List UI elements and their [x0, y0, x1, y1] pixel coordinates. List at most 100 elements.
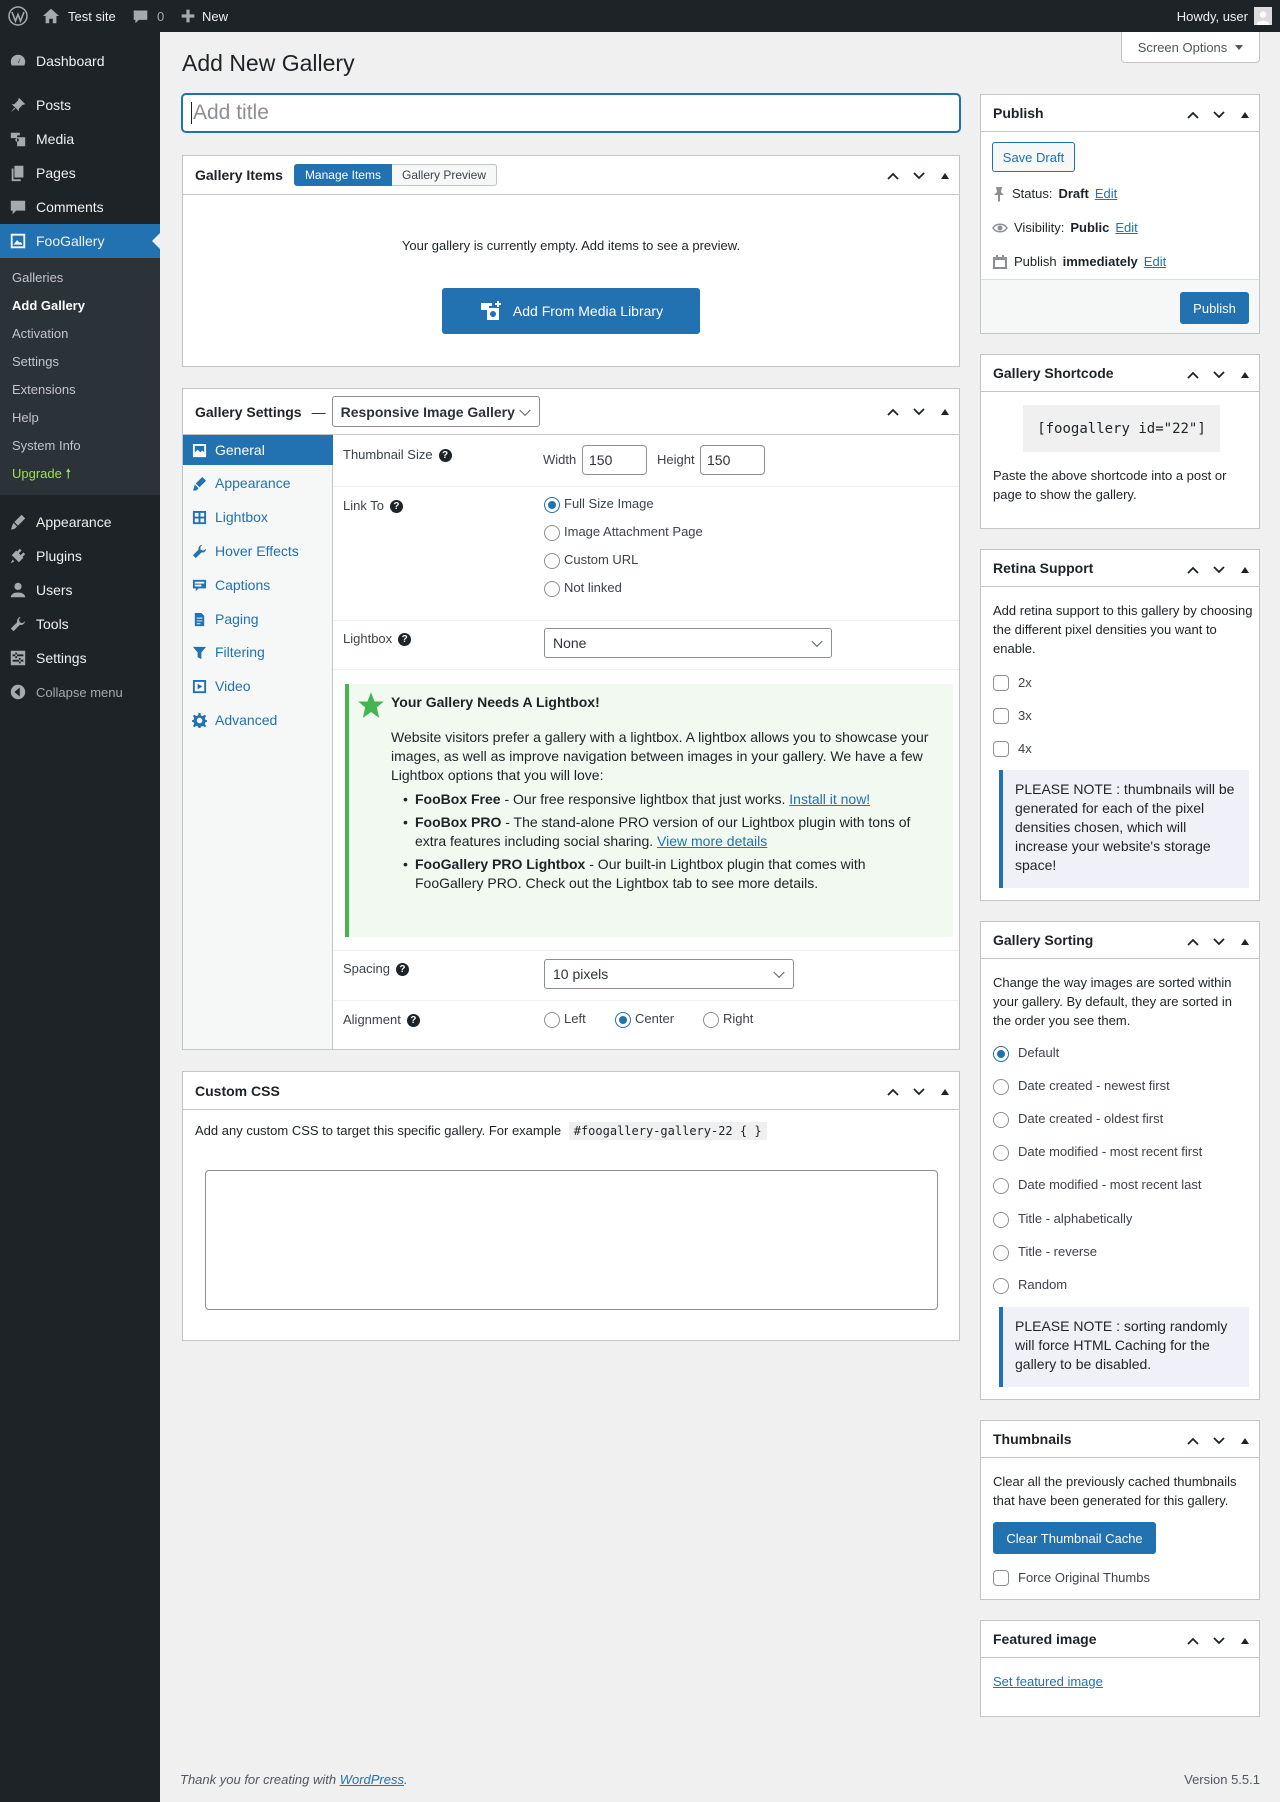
lightbox-select[interactable]: None	[544, 628, 832, 658]
set-featured-image-link[interactable]: Set featured image	[993, 1672, 1103, 1691]
tab-manage-items[interactable]: Manage Items	[293, 164, 392, 186]
move-down-icon[interactable]	[1211, 1633, 1227, 1649]
retina-3x-checkbox[interactable]	[993, 708, 1009, 724]
menu-users[interactable]: Users	[0, 573, 160, 607]
tab-video[interactable]: Video	[183, 671, 333, 701]
move-up-icon[interactable]	[1185, 107, 1201, 123]
menu-media[interactable]: Media	[0, 122, 160, 156]
edit-visibility-link[interactable]: Edit	[1115, 218, 1137, 237]
tab-lightbox[interactable]: Lightbox	[183, 502, 333, 532]
move-down-icon[interactable]	[1211, 1433, 1227, 1449]
move-down-icon[interactable]	[1211, 107, 1227, 123]
move-up-icon[interactable]	[885, 404, 901, 420]
toggle-panel-icon[interactable]	[1241, 939, 1249, 945]
sort-title-reverse-radio[interactable]	[993, 1245, 1009, 1261]
sort-title-alpha-radio[interactable]	[993, 1212, 1009, 1228]
tab-general[interactable]: General	[183, 435, 333, 465]
move-up-icon[interactable]	[1185, 1633, 1201, 1649]
width-input[interactable]: 150	[582, 445, 647, 475]
toggle-panel-icon[interactable]	[1241, 567, 1249, 573]
retina-2x-checkbox[interactable]	[993, 675, 1009, 691]
sort-modified-recent-last-radio[interactable]	[993, 1178, 1009, 1194]
submenu-extensions[interactable]: Extensions	[12, 382, 76, 397]
publish-button[interactable]: Publish	[1180, 292, 1249, 324]
help-icon[interactable]: ?	[406, 1014, 420, 1028]
template-select[interactable]: Responsive Image Gallery	[331, 396, 540, 427]
toggle-panel-icon[interactable]	[1241, 1438, 1249, 1444]
toggle-panel-icon[interactable]	[1241, 112, 1249, 118]
sort-default-radio[interactable]	[993, 1046, 1009, 1062]
move-up-icon[interactable]	[1185, 367, 1201, 383]
move-down-icon[interactable]	[911, 168, 927, 184]
submenu-help[interactable]: Help	[12, 410, 39, 425]
submenu-activation[interactable]: Activation	[12, 326, 68, 341]
menu-posts[interactable]: Posts	[0, 88, 160, 122]
shortcode-value[interactable]: [foogallery id="22"]	[1023, 405, 1220, 452]
move-down-icon[interactable]	[911, 404, 927, 420]
toggle-panel-icon[interactable]	[1241, 1638, 1249, 1644]
move-down-icon[interactable]	[911, 1084, 927, 1100]
menu-foogallery[interactable]: FooGallery	[0, 224, 160, 258]
move-up-icon[interactable]	[885, 168, 901, 184]
link-not-linked-radio[interactable]	[544, 581, 560, 597]
sort-created-newest-radio[interactable]	[993, 1079, 1009, 1095]
tab-filtering[interactable]: Filtering	[183, 637, 333, 667]
account-menu[interactable]: Howdy, user	[1177, 0, 1272, 32]
help-icon[interactable]: ?	[438, 449, 452, 463]
help-icon[interactable]: ?	[395, 963, 409, 977]
tab-advanced[interactable]: Advanced	[183, 705, 333, 735]
sort-random-radio[interactable]	[993, 1278, 1009, 1294]
view-details-link[interactable]: View more details	[657, 833, 767, 849]
height-input[interactable]: 150	[700, 445, 765, 475]
clear-thumbnail-cache-button[interactable]: Clear Thumbnail Cache	[993, 1522, 1156, 1554]
menu-dashboard[interactable]: Dashboard	[0, 44, 160, 78]
menu-collapse[interactable]: Collapse menu	[0, 675, 160, 709]
move-down-icon[interactable]	[1211, 934, 1227, 950]
link-custom-url-radio[interactable]	[544, 553, 560, 569]
toggle-panel-icon[interactable]	[941, 409, 949, 415]
tab-gallery-preview[interactable]: Gallery Preview	[391, 164, 498, 186]
save-draft-button[interactable]: Save Draft	[992, 142, 1075, 172]
menu-plugins[interactable]: Plugins	[0, 539, 160, 573]
sort-created-oldest-radio[interactable]	[993, 1112, 1009, 1128]
custom-css-textarea[interactable]	[205, 1170, 938, 1310]
toggle-panel-icon[interactable]	[941, 1089, 949, 1095]
menu-comments[interactable]: Comments	[0, 190, 160, 224]
edit-status-link[interactable]: Edit	[1095, 184, 1117, 203]
align-center-radio[interactable]	[615, 1012, 631, 1028]
help-icon[interactable]: ?	[398, 633, 412, 647]
toggle-panel-icon[interactable]	[1241, 372, 1249, 378]
new-content-link[interactable]: New	[180, 0, 228, 32]
menu-appearance[interactable]: Appearance	[0, 505, 160, 539]
submenu-add-gallery[interactable]: Add Gallery	[12, 298, 85, 313]
link-full-size-radio[interactable]	[544, 497, 560, 513]
comments-link[interactable]: 0	[132, 0, 164, 32]
sort-modified-recent-first-radio[interactable]	[993, 1145, 1009, 1161]
add-from-media-library-button[interactable]: Add From Media Library	[442, 288, 700, 334]
submenu-settings[interactable]: Settings	[12, 354, 59, 369]
title-input[interactable]: Add title	[182, 94, 960, 132]
submenu-upgrade[interactable]: Upgrade 🠕	[12, 465, 71, 487]
tab-captions[interactable]: Captions	[183, 570, 333, 600]
site-name-link[interactable]: Test site	[42, 0, 116, 32]
wordpress-logo-icon[interactable]	[8, 0, 28, 32]
align-right-radio[interactable]	[703, 1012, 719, 1028]
menu-pages[interactable]: Pages	[0, 156, 160, 190]
menu-settings[interactable]: Settings	[0, 641, 160, 675]
wordpress-link[interactable]: WordPress	[340, 1772, 404, 1787]
install-link[interactable]: Install it now!	[789, 791, 870, 807]
move-up-icon[interactable]	[1185, 562, 1201, 578]
force-original-thumbs-checkbox[interactable]	[993, 1570, 1009, 1586]
move-down-icon[interactable]	[1211, 367, 1227, 383]
move-up-icon[interactable]	[1185, 1433, 1201, 1449]
link-attachment-page-radio[interactable]	[544, 525, 560, 541]
help-icon[interactable]: ?	[389, 500, 403, 514]
edit-publish-date-link[interactable]: Edit	[1144, 252, 1166, 271]
toggle-panel-icon[interactable]	[941, 173, 949, 179]
move-up-icon[interactable]	[1185, 934, 1201, 950]
tab-paging[interactable]: Paging	[183, 604, 333, 634]
align-left-radio[interactable]	[544, 1012, 560, 1028]
submenu-system-info[interactable]: System Info	[12, 438, 81, 453]
spacing-select[interactable]: 10 pixels	[544, 959, 794, 989]
move-down-icon[interactable]	[1211, 562, 1227, 578]
